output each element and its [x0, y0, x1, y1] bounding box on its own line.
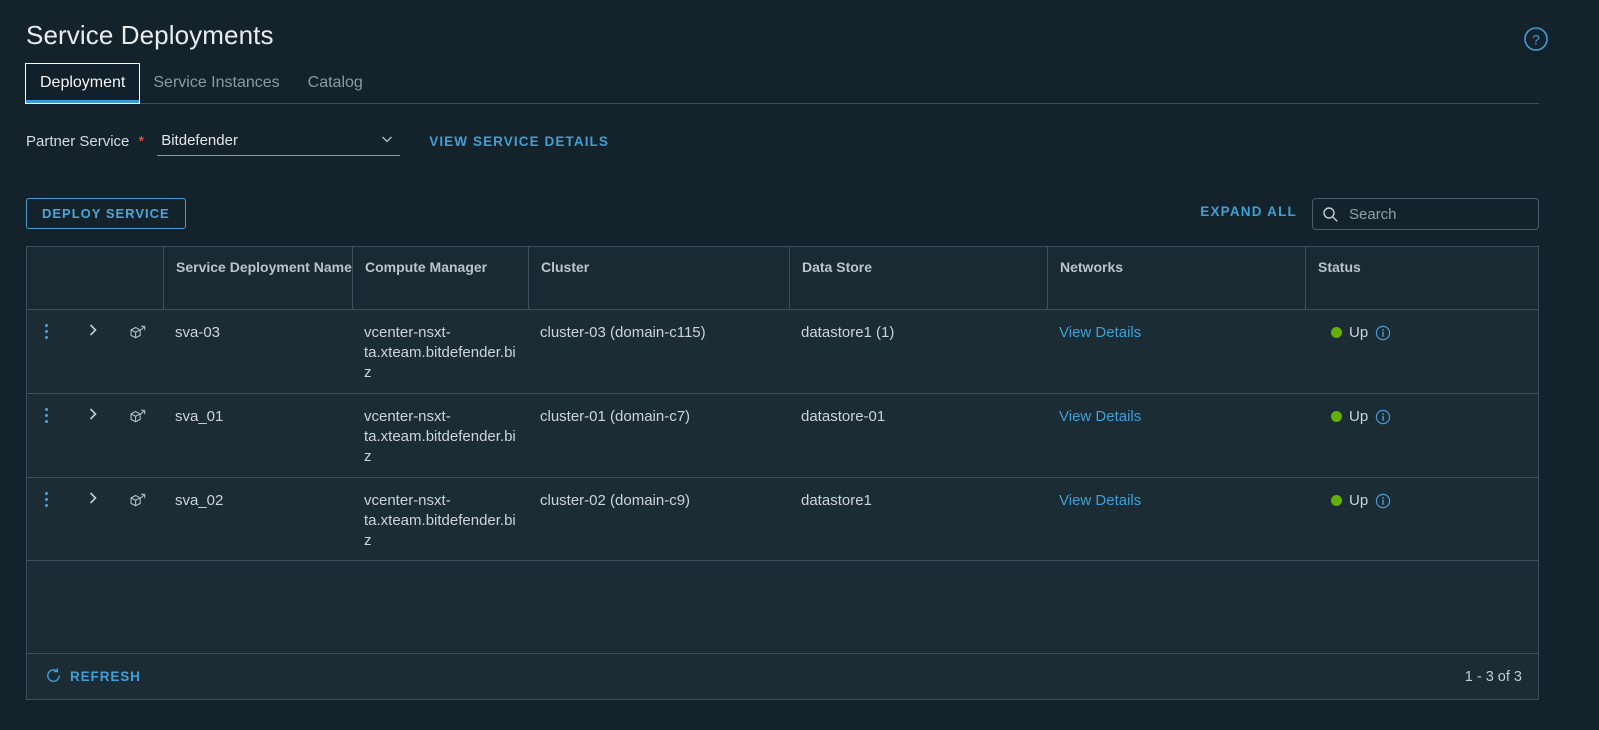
tab-bar: Deployment Service Instances Catalog — [24, 60, 1539, 104]
row-type-cell — [121, 310, 163, 393]
info-circle-icon[interactable] — [1375, 493, 1391, 509]
cell-status: Up — [1305, 478, 1538, 561]
table-row[interactable]: sva_01 vcenter-nsxt-ta.xteam.bitdefender… — [27, 394, 1538, 478]
search-input[interactable] — [1347, 204, 1527, 224]
help-circle-icon[interactable]: ? — [1523, 26, 1549, 52]
cell-status: Up — [1305, 310, 1538, 393]
info-circle-icon[interactable] — [1375, 325, 1391, 341]
status-badge: Up — [1317, 407, 1528, 427]
status-badge: Up — [1317, 491, 1528, 511]
view-details-link[interactable]: View Details — [1059, 408, 1141, 425]
table-action-bar: DEPLOY SERVICE EXPAND ALL — [26, 198, 1539, 232]
search-box[interactable] — [1312, 198, 1539, 230]
expand-all-button[interactable]: EXPAND ALL — [1200, 204, 1297, 219]
service-vm-icon — [128, 408, 147, 427]
cell-compute-manager: vcenter-nsxt-ta.xteam.bitdefender.biz — [364, 491, 516, 549]
table-row[interactable]: sva_02 vcenter-nsxt-ta.xteam.bitdefender… — [27, 478, 1538, 562]
table-row[interactable]: sva-03 vcenter-nsxt-ta.xteam.bitdefender… — [27, 310, 1538, 394]
row-menu-cell — [27, 310, 75, 393]
cell-data-store: datastore-01 — [801, 407, 886, 425]
view-service-details-link[interactable]: VIEW SERVICE DETAILS — [429, 134, 609, 149]
partner-service-selected-value: Bitdefender — [161, 132, 238, 149]
status-dot-icon — [1331, 411, 1342, 423]
row-type-cell — [121, 478, 163, 561]
status-label: Up — [1349, 324, 1369, 341]
search-icon — [1322, 206, 1339, 223]
tab-catalog[interactable]: Catalog — [294, 64, 377, 103]
page-title: Service Deployments — [26, 20, 274, 50]
refresh-button[interactable]: REFRESH — [45, 667, 141, 687]
info-circle-icon[interactable] — [1375, 409, 1391, 425]
cell-compute-manager: vcenter-nsxt-ta.xteam.bitdefender.biz — [364, 407, 516, 465]
partner-service-label: Partner Service — [26, 132, 130, 150]
column-header-status: Status — [1305, 247, 1538, 309]
cell-cluster: cluster-01 (domain-c7) — [540, 407, 691, 425]
chevron-right-icon[interactable] — [86, 406, 100, 422]
refresh-label: REFRESH — [70, 669, 141, 684]
status-badge: Up — [1317, 323, 1528, 343]
column-header-service-deployment-name: Service Deployment Name — [163, 247, 352, 309]
service-deployments-page: Service Deployments ? Deployment Service… — [0, 0, 1599, 730]
cell-networks: View Details — [1047, 478, 1305, 561]
cell-status: Up — [1305, 394, 1538, 477]
row-type-cell — [121, 394, 163, 477]
status-dot-icon — [1331, 495, 1342, 507]
cell-service-deployment-name: sva_02 — [175, 491, 224, 509]
cell-data-store: datastore1 (1) — [801, 324, 895, 341]
chevron-right-icon[interactable] — [86, 490, 100, 506]
status-label: Up — [1349, 491, 1369, 509]
cell-data-store: datastore1 — [801, 491, 872, 509]
kebab-menu-icon[interactable] — [44, 324, 48, 339]
status-label: Up — [1349, 407, 1369, 425]
tab-service-instances[interactable]: Service Instances — [139, 64, 293, 103]
service-vm-icon — [128, 324, 147, 343]
chevron-right-icon[interactable] — [86, 322, 100, 338]
view-details-link[interactable]: View Details — [1059, 492, 1141, 509]
table-header-row: Service Deployment Name Compute Manager … — [27, 247, 1538, 310]
table-body: sva-03 vcenter-nsxt-ta.xteam.bitdefender… — [27, 310, 1538, 653]
kebab-menu-icon[interactable] — [44, 407, 48, 423]
service-vm-icon — [128, 492, 147, 511]
svg-text:?: ? — [1532, 31, 1540, 47]
refresh-icon — [45, 667, 62, 687]
cell-service-deployment-name: sva-03 — [175, 324, 221, 341]
view-details-link[interactable]: View Details — [1059, 324, 1141, 341]
row-expand-cell — [75, 478, 121, 561]
row-expand-cell — [75, 394, 121, 477]
column-header-blank — [27, 247, 163, 309]
chevron-down-icon — [380, 132, 394, 146]
cell-cluster: cluster-03 (domain-c115) — [540, 324, 706, 341]
deploy-service-button[interactable]: DEPLOY SERVICE — [26, 198, 186, 229]
row-menu-cell — [27, 478, 75, 561]
kebab-menu-icon[interactable] — [44, 491, 48, 507]
status-dot-icon — [1331, 327, 1342, 339]
column-header-data-store: Data Store — [789, 247, 1047, 309]
pagination-info: 1 - 3 of 3 — [1464, 668, 1522, 685]
row-menu-cell — [27, 394, 75, 477]
column-header-compute-manager: Compute Manager — [352, 247, 528, 309]
cell-compute-manager: vcenter-nsxt-ta.xteam.bitdefender.biz — [364, 324, 516, 381]
required-asterisk: * — [138, 132, 145, 150]
cell-networks: View Details — [1047, 394, 1305, 477]
table-footer: REFRESH 1 - 3 of 3 — [27, 653, 1538, 699]
cell-networks: View Details — [1047, 310, 1305, 393]
partner-service-filter: Partner Service * Bitdefender VIEW SERVI… — [26, 126, 609, 156]
cell-cluster: cluster-02 (domain-c9) — [540, 491, 691, 509]
cell-service-deployment-name: sva_01 — [175, 407, 224, 425]
column-header-networks: Networks — [1047, 247, 1305, 309]
tab-deployment[interactable]: Deployment — [24, 63, 141, 104]
service-deployments-table: Service Deployment Name Compute Manager … — [26, 246, 1539, 700]
column-header-cluster: Cluster — [528, 247, 789, 309]
partner-service-select[interactable]: Bitdefender — [157, 127, 401, 156]
row-expand-cell — [75, 310, 121, 393]
